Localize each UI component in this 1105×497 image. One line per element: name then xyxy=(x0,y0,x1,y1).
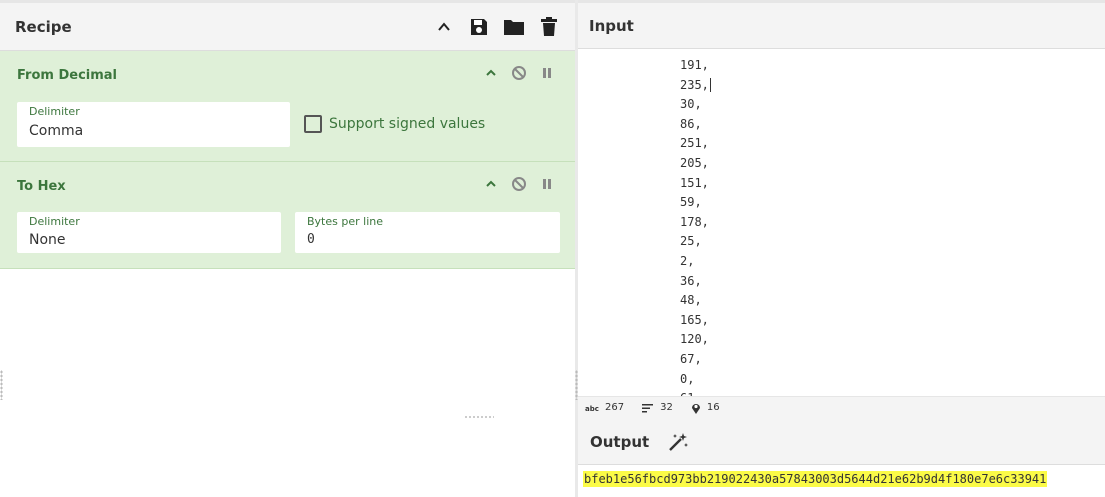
input-line: 59, xyxy=(680,195,702,210)
collapse-icon[interactable] xyxy=(483,176,499,192)
char-count-value: 267 xyxy=(605,402,625,413)
input-line: 235, xyxy=(680,77,711,92)
support-signed-checkbox[interactable]: Support signed values xyxy=(304,115,485,133)
field-value: 0 xyxy=(307,232,315,247)
recipe-controls xyxy=(432,16,561,38)
line-count-value: 32 xyxy=(660,402,673,413)
pause-icon[interactable] xyxy=(539,65,555,81)
trash-icon[interactable] xyxy=(537,16,561,38)
operation-name: From Decimal xyxy=(17,68,118,83)
delimiter-field[interactable]: Delimiter None xyxy=(17,212,281,253)
recipe-panel: Recipe From Decimal Delimiter Comma Supp… xyxy=(0,0,575,497)
line-count: 32 xyxy=(642,402,673,413)
recipe-title: Recipe xyxy=(15,17,72,36)
field-value: Comma xyxy=(29,123,84,139)
input-line: 86, xyxy=(680,116,702,131)
input-textarea[interactable]: 191, 235, 30, 86, 251, 205, 151, 59, 178, 25, 2, 36… xyxy=(578,49,1105,396)
output-text[interactable]: bfeb1e56fbcd973bb219022430a57843003d5644… xyxy=(583,471,1048,487)
input-line: 0, xyxy=(680,371,695,386)
field-label: Delimiter xyxy=(29,215,80,228)
checkbox-label: Support signed values xyxy=(329,116,486,132)
input-line: 151, xyxy=(680,175,709,190)
lines-icon xyxy=(642,403,654,412)
magic-wand-icon[interactable] xyxy=(667,432,689,452)
output-panel: Output bfeb1e56fbcd973bb219022430a578430… xyxy=(578,419,1105,497)
input-line: 61, xyxy=(578,389,1105,396)
input-line: 165, xyxy=(680,312,709,327)
input-line: 178, xyxy=(680,214,709,229)
bytes-per-line-field[interactable]: Bytes per line 0 xyxy=(295,212,560,253)
cursor-position-value: 16 xyxy=(706,402,720,413)
field-label: Delimiter xyxy=(29,105,80,118)
input-line: 120, xyxy=(680,332,709,347)
resize-handle[interactable] xyxy=(0,370,3,400)
abc-icon: abc xyxy=(585,405,599,412)
field-value: None xyxy=(29,232,66,248)
input-line: 36, xyxy=(680,273,702,288)
operation-to-hex[interactable]: To Hex Delimiter None Bytes per line 0 xyxy=(0,162,575,269)
collapse-icon[interactable] xyxy=(483,65,499,81)
text-cursor xyxy=(709,77,711,92)
output-title: Output xyxy=(590,432,650,451)
cursor-position: 16 xyxy=(691,402,720,414)
delimiter-field[interactable]: Delimiter Comma xyxy=(17,102,290,147)
location-pin-icon xyxy=(691,403,700,414)
input-line: 251, xyxy=(680,136,709,151)
input-line: 205, xyxy=(680,155,709,170)
cyberchef-app: Recipe From Decimal Delimiter Comma Supp… xyxy=(0,0,1105,497)
input-panel: Input 191, 235, 30, 86, 251, 205, 151, 59, 178, 2… xyxy=(578,0,1105,418)
folder-icon[interactable] xyxy=(502,16,526,38)
input-line: 25, xyxy=(680,234,702,249)
operation-controls xyxy=(483,65,555,81)
chevron-up-icon[interactable] xyxy=(432,16,456,38)
disable-icon[interactable] xyxy=(511,176,527,192)
checkbox-box[interactable] xyxy=(304,115,322,133)
resize-handle[interactable] xyxy=(464,415,494,419)
disable-icon[interactable] xyxy=(511,65,527,81)
input-line: 48, xyxy=(680,293,702,308)
input-line: 67, xyxy=(680,351,702,366)
svg-text:abc: abc xyxy=(585,405,599,412)
operation-name: To Hex xyxy=(17,179,66,194)
input-header: Input xyxy=(578,3,1105,49)
input-line: 191, xyxy=(680,58,709,72)
operation-from-decimal[interactable]: From Decimal Delimiter Comma xyxy=(0,51,575,162)
char-count: abc 267 xyxy=(585,402,624,413)
operation-controls xyxy=(483,176,555,192)
field-label: Bytes per line xyxy=(307,215,383,228)
input-line: 30, xyxy=(680,97,702,112)
input-title: Input xyxy=(589,16,634,35)
output-header: Output xyxy=(578,419,1105,465)
pause-icon[interactable] xyxy=(539,176,555,192)
input-status-bar: abc 267 32 16 xyxy=(578,396,1105,418)
save-icon[interactable] xyxy=(467,16,491,38)
input-line: 2, xyxy=(680,253,695,268)
